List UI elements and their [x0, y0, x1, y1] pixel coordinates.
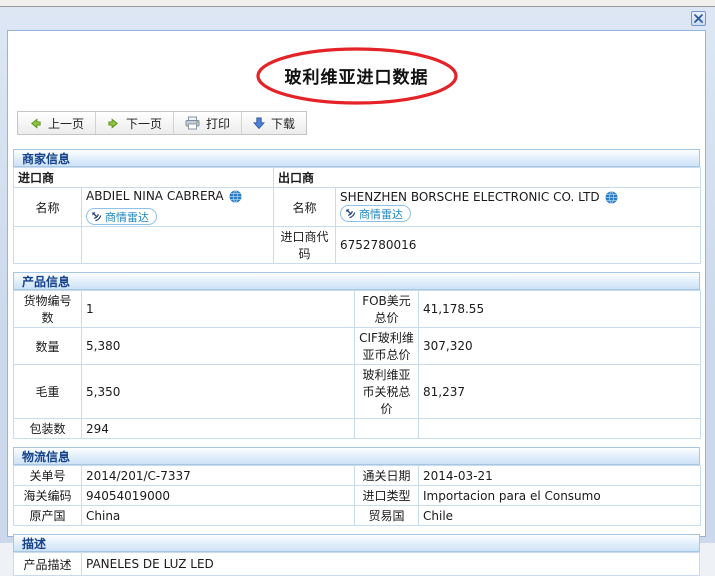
- next-page-label: 下一页: [126, 116, 163, 131]
- field-value: 307,320: [418, 327, 701, 365]
- toolbar: 上一页 下一页 打印 下载: [17, 111, 308, 135]
- field-label: 进口类型: [354, 485, 419, 506]
- description-section: 描述 产品描述 PANELES DE LUZ LED: [13, 534, 700, 576]
- field-value: 94054019000: [81, 485, 355, 506]
- print-label: 打印: [206, 116, 231, 131]
- download-label: 下载: [271, 116, 296, 131]
- field-label: 关单号: [13, 465, 82, 486]
- logistics-table: 关单号 2014/201/C-7337 通关日期 2014-03-21 海关编码…: [13, 465, 701, 526]
- merchant-name-row: 名称 ABDIEL NINA CABRERA 商情雷达 名称 SHENZHEN …: [13, 187, 702, 227]
- table-row: 原产国 China 贸易国 Chile: [13, 505, 701, 526]
- field-value: 2014-03-21: [418, 465, 701, 486]
- close-icon: [694, 14, 703, 23]
- logistics-section-header: 物流信息: [13, 447, 700, 465]
- radar-icon: [91, 211, 102, 222]
- field-value: 5,350: [81, 364, 355, 419]
- field-label: 原产国: [13, 505, 82, 526]
- dialog-content-panel: 玻利维亚进口数据 上一页 下一页 打印 下载 商家信息 进口商 出口商 名称 A…: [7, 30, 706, 576]
- field-value: 5,380: [81, 327, 355, 365]
- field-value: 81,237: [418, 364, 701, 419]
- field-label: FOB美元总价: [354, 290, 419, 328]
- merchant-code-row: 进口商代码 6752780016: [13, 226, 702, 264]
- description-section-header: 描述: [13, 534, 700, 552]
- importer-name-label: 名称: [13, 187, 82, 227]
- prev-page-button[interactable]: 上一页: [18, 112, 97, 134]
- field-label: CIF玻利维亚币总价: [354, 327, 419, 365]
- importer-header: 进口商: [12, 167, 275, 188]
- merchant-table: 进口商 出口商 名称 ABDIEL NINA CABRERA 商情雷达 名称 S…: [12, 167, 702, 264]
- page-background-strip: [0, 0, 715, 7]
- radar-badge-label: 商情雷达: [359, 207, 404, 221]
- close-button[interactable]: [691, 11, 706, 26]
- table-row: 海关编码 94054019000 进口类型 Importacion para e…: [13, 485, 701, 506]
- table-row: 货物编号数 1 FOB美元总价 41,178.55: [13, 290, 701, 328]
- merchant-section: 商家信息 进口商 出口商 名称 ABDIEL NINA CABRERA 商情雷达…: [12, 149, 702, 264]
- next-page-button[interactable]: 下一页: [96, 112, 175, 134]
- field-label: 玻利维亚币关税总价: [354, 364, 419, 419]
- table-row: 数量 5,380 CIF玻利维亚币总价 307,320: [13, 327, 701, 365]
- importer-code-value: 6752780016: [335, 226, 702, 264]
- importer-name: ABDIEL NINA CABRERA: [86, 189, 224, 203]
- field-label: 包装数: [13, 418, 82, 439]
- exporter-header: 出口商: [273, 167, 702, 188]
- field-label: 货物编号数: [13, 290, 82, 328]
- exporter-name: SHENZHEN BORSCHE ELECTRONIC CO. LTD: [340, 190, 600, 204]
- logistics-section: 物流信息 关单号 2014/201/C-7337 通关日期 2014-03-21…: [13, 447, 701, 526]
- field-label: 通关日期: [354, 465, 419, 486]
- field-label: 贸易国: [354, 505, 419, 526]
- arrow-down-icon: [253, 117, 266, 130]
- field-value: Chile: [418, 505, 701, 526]
- table-row: 毛重 5,350 玻利维亚币关税总价 81,237: [13, 364, 701, 419]
- title-area: 玻利维亚进口数据: [8, 31, 705, 107]
- prev-page-label: 上一页: [48, 116, 85, 131]
- merchant-subheader-row: 进口商 出口商: [12, 167, 702, 188]
- table-row: 包装数 294: [13, 418, 701, 439]
- import-data-dialog: 玻利维亚进口数据 上一页 下一页 打印 下载 商家信息 进口商 出口商 名称 A…: [0, 7, 715, 576]
- product-table: 货物编号数 1 FOB美元总价 41,178.55 数量 5,380 CIF玻利…: [13, 290, 701, 439]
- field-label: 海关编码: [13, 485, 82, 506]
- page-title: 玻利维亚进口数据: [284, 68, 429, 88]
- arrow-right-icon: [107, 117, 120, 130]
- radar-badge-exporter[interactable]: 商情雷达: [340, 205, 412, 222]
- field-value: 41,178.55: [418, 290, 701, 328]
- radar-badge-importer[interactable]: 商情雷达: [86, 208, 157, 225]
- product-section-header: 产品信息: [13, 272, 700, 290]
- print-button[interactable]: 打印: [174, 112, 243, 134]
- field-value: Importacion para el Consumo: [418, 485, 701, 506]
- radar-badge-label: 商情雷达: [105, 210, 149, 224]
- product-description-label: 产品描述: [13, 552, 82, 576]
- description-table: 产品描述 PANELES DE LUZ LED: [13, 552, 700, 576]
- field-value: 2014/201/C-7337: [81, 465, 355, 486]
- field-value: China: [81, 505, 355, 526]
- merchant-section-header: 商家信息: [13, 149, 700, 167]
- field-label: 数量: [13, 327, 82, 365]
- field-value: 294: [81, 418, 355, 439]
- table-row: 关单号 2014/201/C-7337 通关日期 2014-03-21: [13, 465, 701, 486]
- globe-icon[interactable]: [229, 189, 242, 203]
- product-section: 产品信息 货物编号数 1 FOB美元总价 41,178.55 数量 5,380 …: [13, 272, 701, 439]
- field-label: 毛重: [13, 364, 82, 419]
- dialog-header: [0, 7, 715, 30]
- globe-icon[interactable]: [605, 190, 618, 204]
- table-row: 产品描述 PANELES DE LUZ LED: [13, 552, 700, 576]
- download-button[interactable]: 下载: [242, 112, 306, 134]
- field-label: [354, 418, 419, 439]
- field-value: 1: [81, 290, 355, 328]
- radar-icon: [345, 208, 356, 219]
- product-description-value: PANELES DE LUZ LED: [81, 552, 700, 576]
- field-value: [418, 418, 701, 439]
- printer-icon: [185, 116, 200, 130]
- importer-code-label: 进口商代码: [273, 226, 337, 264]
- exporter-name-label: 名称: [273, 187, 337, 227]
- arrow-left-icon: [29, 117, 42, 130]
